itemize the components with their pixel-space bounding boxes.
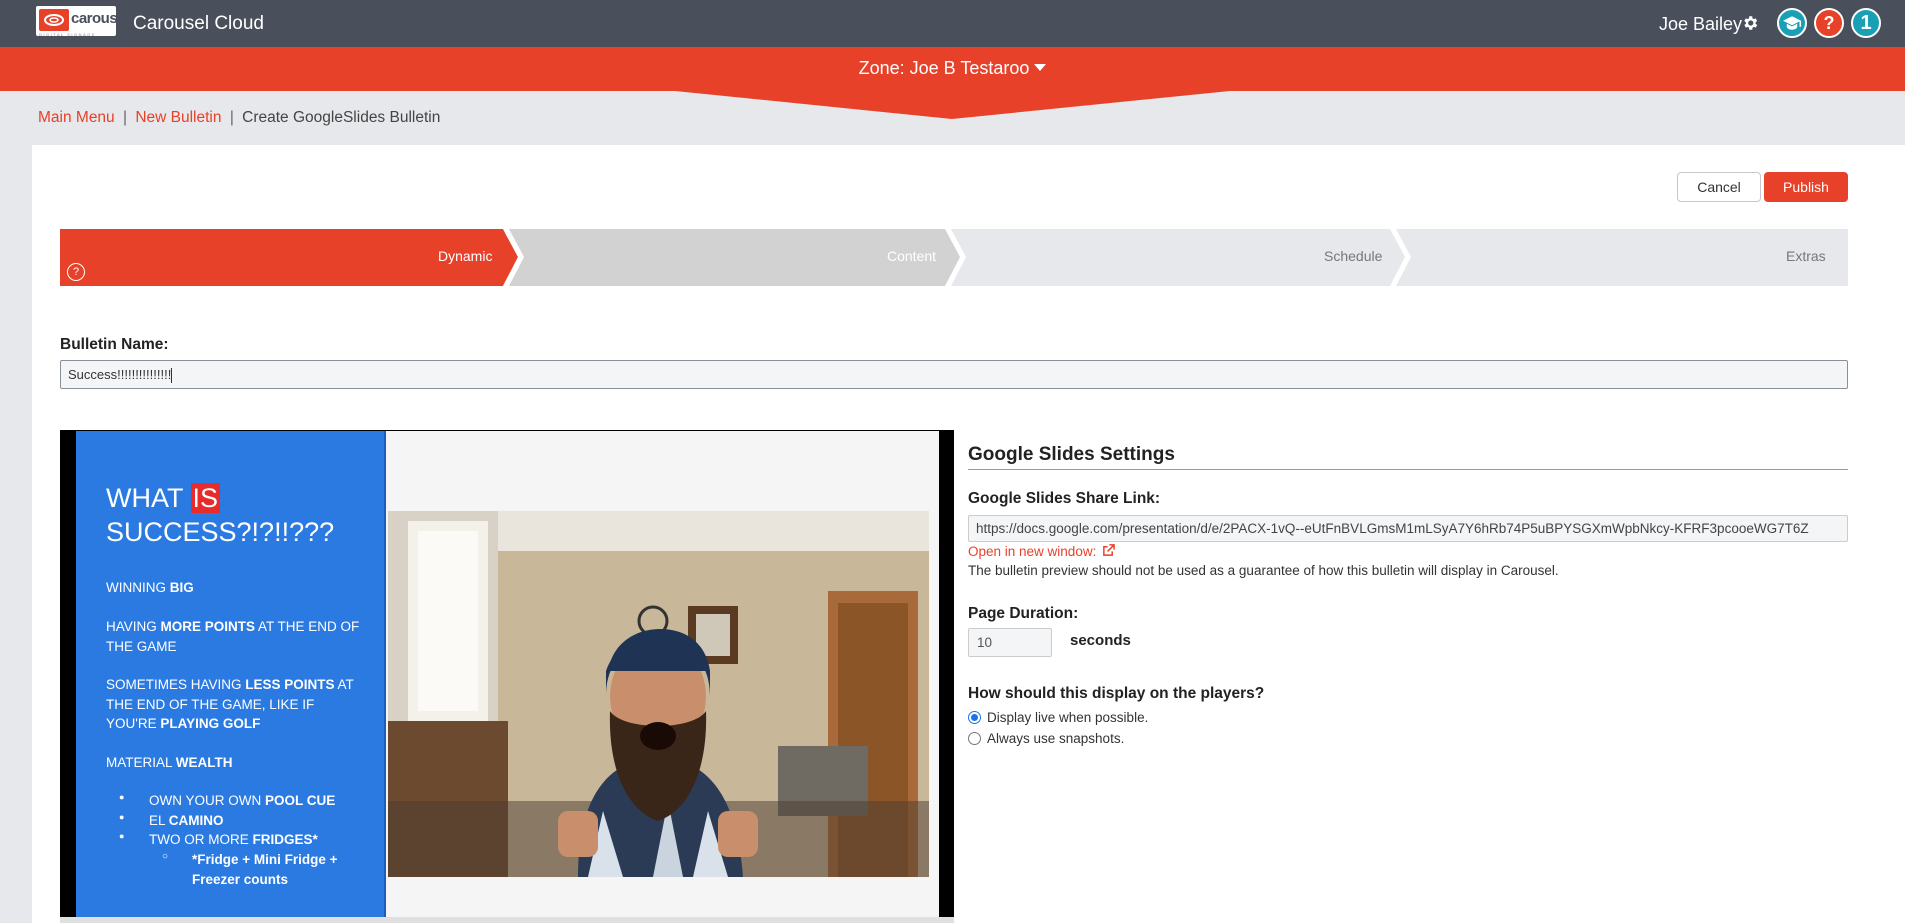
snapshots-option[interactable]: Always use snapshots. (968, 731, 1124, 746)
snapshots-label: Always use snapshots. (987, 731, 1125, 746)
slide-line: HAVING MORE POINTS AT THE END OF THE GAM… (106, 619, 360, 654)
share-link-label: Google Slides Share Link: (968, 490, 1161, 507)
logo-wordmark: carousel (71, 10, 129, 27)
bullet-dot: ● (119, 812, 125, 822)
external-link-icon (1103, 544, 1115, 556)
app-title: Carousel Cloud (133, 13, 264, 34)
bulletin-name-value: Success!!!!!!!!!!!!!!! (68, 367, 172, 382)
slide-sub-bullet: *Fridge + Mini Fridge + Freezer counts (192, 852, 338, 887)
slide-line: MATERIAL WEALTH (106, 755, 233, 770)
radio-unselected[interactable] (968, 732, 981, 745)
cancel-button[interactable]: Cancel (1677, 172, 1761, 202)
logo-subtitle: DIGITAL SIGNAGE (39, 32, 96, 37)
bulletin-name-input[interactable]: Success!!!!!!!!!!!!!!! (60, 360, 1848, 389)
display-mode-label: How should this display on the players? (968, 685, 1265, 702)
slide-text-panel: WHAT IS SUCCESS?!?!!??? WINNING BIG HAVIN… (76, 431, 386, 923)
gear-icon[interactable] (1741, 14, 1759, 37)
caret-down-icon (1034, 63, 1047, 71)
slide-bullet: OWN YOUR OWN POOL CUE (149, 793, 336, 808)
slide-bullet: TWO OR MORE FRIDGES* (149, 832, 318, 847)
radio-selected[interactable] (968, 711, 981, 724)
breadcrumb: Main Menu | New Bulletin | Create Google… (38, 109, 440, 127)
display-live-label: Display live when possible. (987, 710, 1149, 725)
step-extras[interactable]: Extras (1786, 248, 1826, 264)
bulletin-name-label: Bulletin Name: (60, 336, 169, 353)
step-dynamic[interactable]: Dynamic (438, 248, 492, 264)
slide-line: SOMETIMES HAVING LESS POINTS AT THE END … (106, 677, 354, 731)
slide-line: WINNING BIG (106, 580, 194, 595)
zone-selector[interactable]: Zone: Joe B Testaroo (0, 58, 1905, 79)
page-duration-label: Page Duration: (968, 605, 1079, 622)
slide-photo (388, 511, 929, 877)
wizard-stepper (60, 229, 1848, 286)
carousel-logo[interactable]: carousel DIGITAL SIGNAGE (36, 6, 129, 37)
bullet-dot: ● (119, 792, 125, 802)
slide-title: WHAT IS SUCCESS?!?!!??? (106, 483, 335, 547)
notification-badge[interactable]: 1 (1851, 8, 1881, 38)
open-new-window-label: Open in new window: (968, 544, 1097, 559)
step-content[interactable]: Content (887, 248, 936, 264)
top-navigation-bar: carousel DIGITAL SIGNAGE Carousel Cloud … (0, 0, 1905, 47)
bullet-dot: ● (119, 831, 125, 841)
share-link-input[interactable]: https://docs.google.com/presentation/d/e… (968, 515, 1848, 542)
help-icon[interactable]: ? (1814, 8, 1844, 38)
carousel-logo-mark (39, 9, 69, 31)
settings-title: Google Slides Settings (968, 444, 1175, 465)
breadcrumb-separator: | (229, 109, 234, 126)
open-new-window-link[interactable]: Open in new window: (968, 544, 1115, 559)
preview-toolbar (60, 917, 954, 923)
slide-bullet: EL CAMINO (149, 813, 224, 828)
duration-unit: seconds (1070, 632, 1131, 649)
user-name[interactable]: Joe Bailey (1659, 14, 1742, 35)
step-pending-bg (1163, 229, 1848, 286)
slide-canvas: WHAT IS SUCCESS?!?!!??? WINNING BIG HAVIN… (76, 431, 939, 923)
publish-button[interactable]: Publish (1764, 172, 1848, 202)
sub-bullet-circle: ○ (162, 851, 169, 862)
breadcrumb-main-menu[interactable]: Main Menu (38, 109, 115, 126)
graduation-cap-icon[interactable] (1777, 8, 1807, 38)
slide-preview[interactable]: WHAT IS SUCCESS?!?!!??? WINNING BIG HAVIN… (60, 430, 954, 923)
breadcrumb-new-bulletin[interactable]: New Bulletin (135, 109, 221, 126)
preview-disclaimer: The bulletin preview should not be used … (968, 563, 1559, 578)
step-help-icon[interactable]: ? (67, 263, 85, 281)
breadcrumb-separator: | (123, 109, 128, 126)
settings-divider (968, 469, 1848, 470)
display-live-option[interactable]: Display live when possible. (968, 710, 1148, 725)
step-schedule[interactable]: Schedule (1324, 248, 1382, 264)
zone-selector-label: Zone: Joe B Testaroo (858, 58, 1030, 78)
text-cursor (171, 368, 173, 384)
page-duration-input[interactable]: 10 (968, 628, 1052, 657)
breadcrumb-current: Create GoogleSlides Bulletin (242, 109, 441, 126)
